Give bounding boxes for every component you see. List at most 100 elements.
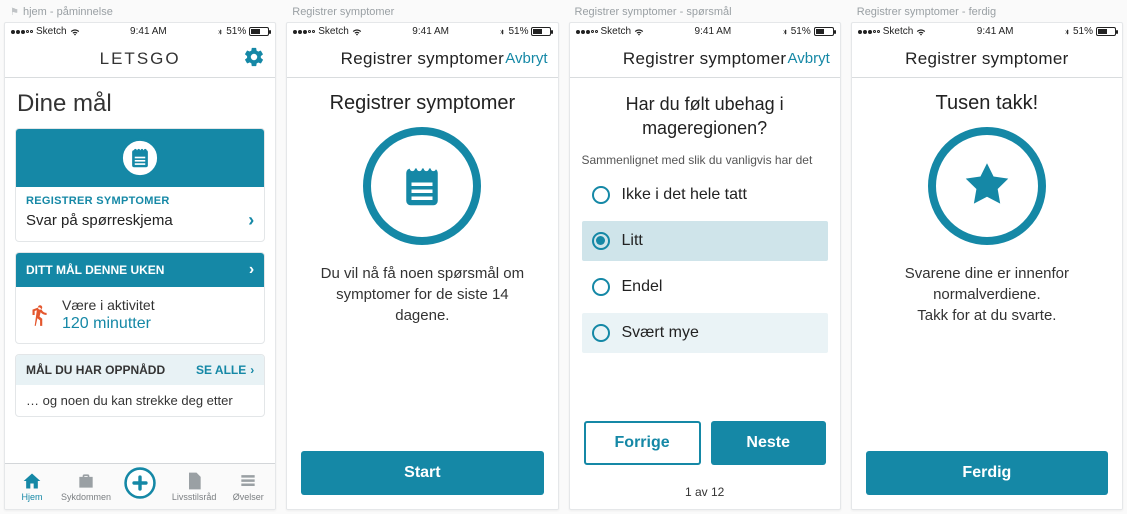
see-all-button[interactable]: SE ALLE › — [196, 363, 254, 377]
intro-heading: Registrer symptomer — [330, 92, 516, 115]
achieved-header: MÅL DU HAR OPPNÅDD — [26, 363, 165, 377]
radio-icon — [592, 278, 610, 296]
option-2[interactable]: Endel — [582, 267, 828, 307]
star-big-icon — [928, 127, 1046, 245]
document-icon — [184, 471, 204, 491]
statusbar: Sketch 9:41 AM 51% — [5, 23, 275, 40]
cancel-button[interactable]: Avbryt — [788, 50, 830, 67]
reminder-card[interactable]: REGISTRER SYMPTOMER Svar på spørreskjema… — [15, 128, 265, 242]
wifi-icon — [70, 27, 80, 37]
tab-add[interactable] — [113, 474, 167, 500]
tab-label: Sykdommen — [61, 492, 111, 502]
start-button[interactable]: Start — [301, 451, 543, 495]
tab-illness[interactable]: Sykdommen — [59, 471, 113, 502]
wifi-icon — [352, 27, 362, 37]
navbar: Registrer symptomer Avbryt — [570, 40, 840, 78]
prev-button[interactable]: Forrige — [584, 421, 701, 465]
reminder-eyebrow: REGISTRER SYMPTOMER — [26, 195, 254, 207]
done-desc-2: Takk for at du svarte. — [907, 305, 1066, 326]
done-heading: Tusen takk! — [936, 92, 1039, 115]
reminder-line: Svar på spørreskjema — [26, 212, 173, 229]
battery-pct: 51% — [226, 26, 246, 37]
intro-desc: Du vil nå få noen spørsmål om symptomer … — [299, 263, 545, 326]
carrier-label: Sketch — [36, 26, 67, 37]
bluetooth-icon — [217, 27, 223, 37]
clock: 9:41 AM — [130, 26, 167, 37]
option-label: Endel — [622, 278, 663, 296]
navbar: Registrer symptomer Avbryt — [287, 40, 557, 78]
nav-title: Registrer symptomer — [905, 49, 1068, 69]
achieved-card: MÅL DU HAR OPPNÅDD SE ALLE › … og noen d… — [15, 354, 265, 417]
mockup-label: Registrer symptomer - spørsmål — [569, 4, 841, 22]
home-icon — [22, 471, 42, 491]
signal-dots-icon — [293, 30, 315, 34]
tab-label: Livsstilsråd — [172, 492, 217, 502]
chevron-right-icon: › — [250, 363, 254, 377]
option-3[interactable]: Svært mye — [582, 313, 828, 353]
plus-circle-icon — [123, 466, 157, 500]
cancel-button[interactable]: Avbryt — [505, 50, 547, 67]
tab-label: Hjem — [22, 492, 43, 502]
option-label: Ikke i det hele tatt — [622, 186, 747, 204]
statusbar: Sketch 9:41 AM 51% — [287, 23, 557, 40]
section-title: Dine mål — [17, 90, 265, 118]
done-desc-1: Svarene dine er innenfor normalverdiene. — [864, 263, 1110, 305]
signal-dots-icon — [576, 30, 598, 34]
signal-dots-icon — [11, 30, 33, 34]
notepad-icon — [119, 137, 161, 179]
phone-intro: Sketch 9:41 AM 51% Registrer symptomer A… — [286, 22, 558, 510]
phone-done: Sketch 9:41 AM 51% Registrer symptomer T… — [851, 22, 1123, 510]
clock: 9:41 AM — [412, 26, 449, 37]
statusbar: Sketch 9:41 AM 51% — [570, 23, 840, 40]
pager: 1 av 12 — [570, 479, 840, 509]
nav-title: Registrer symptomer — [341, 49, 504, 69]
app-title: LETSGO — [100, 49, 181, 69]
option-label: Litt — [622, 232, 643, 250]
clock: 9:41 AM — [977, 26, 1014, 37]
achieved-body: … og noen du kan strekke deg etter — [16, 385, 264, 416]
goal-line1: Være i aktivitet — [62, 297, 155, 313]
option-1[interactable]: Litt — [582, 221, 828, 261]
navbar: LETSGO — [5, 40, 275, 78]
flag-icon: ⚑ — [10, 7, 19, 18]
chevron-right-icon: › — [248, 210, 254, 231]
bluetooth-icon — [499, 27, 505, 37]
goal-header: DITT MÅL DENNE UKEN — [26, 263, 164, 277]
goal-line2: 120 minutter — [62, 315, 155, 333]
option-label: Svært mye — [622, 324, 699, 342]
option-0[interactable]: Ikke i det hele tatt — [582, 175, 828, 215]
next-button[interactable]: Neste — [711, 421, 826, 465]
phone-question: Sketch 9:41 AM 51% Registrer symptomer A… — [569, 22, 841, 510]
signal-dots-icon — [858, 30, 880, 34]
radio-icon — [592, 232, 610, 250]
battery-pct: 51% — [791, 26, 811, 37]
battery-icon — [1096, 27, 1116, 36]
tabbar: Hjem Sykdommen Livsstilsråd — [5, 463, 275, 509]
goal-card[interactable]: DITT MÅL DENNE UKEN › Være i aktivitet 1… — [15, 252, 265, 344]
tab-exercises[interactable]: Øvelser — [221, 471, 275, 502]
mockup-label: ⚑ hjem - påminnelse — [4, 4, 276, 22]
done-button[interactable]: Ferdig — [866, 451, 1108, 495]
chevron-right-icon: › — [249, 261, 254, 279]
carrier-label: Sketch — [601, 26, 632, 37]
carrier-label: Sketch — [318, 26, 349, 37]
phone-home: Sketch 9:41 AM 51% LETSGO Dine mål — [4, 22, 276, 510]
settings-button[interactable] — [243, 46, 265, 68]
briefcase-icon — [76, 471, 96, 491]
wifi-icon — [916, 27, 926, 37]
tab-lifestyle[interactable]: Livsstilsråd — [167, 471, 221, 502]
bluetooth-icon — [782, 27, 788, 37]
battery-icon — [531, 27, 551, 36]
navbar: Registrer symptomer — [852, 40, 1122, 78]
tab-home[interactable]: Hjem — [5, 471, 59, 502]
battery-pct: 51% — [1073, 26, 1093, 37]
notepad-big-icon — [363, 127, 481, 245]
clock: 9:41 AM — [695, 26, 732, 37]
mockup-label: Registrer symptomer - ferdig — [851, 4, 1123, 22]
list-icon — [238, 471, 258, 491]
nav-title: Registrer symptomer — [623, 49, 786, 69]
carrier-label: Sketch — [883, 26, 914, 37]
battery-icon — [249, 27, 269, 36]
battery-icon — [814, 27, 834, 36]
radio-icon — [592, 186, 610, 204]
